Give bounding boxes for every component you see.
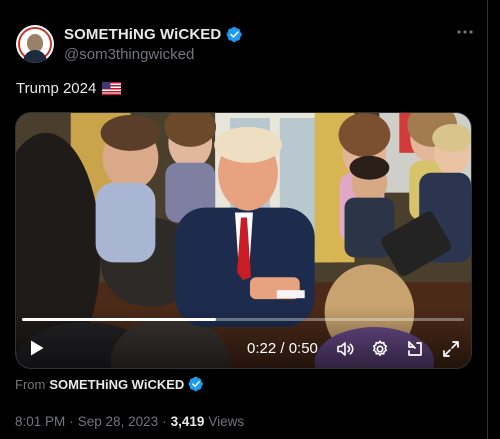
source-prefix: From [15, 376, 46, 392]
video-player[interactable] [15, 112, 472, 369]
tweet-time[interactable]: 8:01 PM [15, 414, 65, 429]
us-flag-icon [102, 82, 122, 95]
settings-gear-icon[interactable] [370, 339, 390, 359]
meta-separator: · [69, 414, 74, 429]
volume-icon[interactable] [335, 339, 355, 359]
tweet-text-content: Trump 2024 [16, 80, 97, 97]
avatar[interactable] [16, 25, 54, 63]
video-time: 0:22 / 0:50 [247, 340, 318, 357]
play-icon[interactable] [29, 339, 45, 357]
more-dots-icon [457, 30, 473, 34]
tweet-text: Trump 2024 [16, 80, 122, 97]
tweet-meta: 8:01 PM · Sep 28, 2023 · 3,419 Views [15, 414, 244, 429]
fullscreen-icon[interactable] [441, 339, 461, 359]
column-border [487, 0, 488, 439]
video-progress-track[interactable] [22, 318, 464, 321]
source-attribution: From SOMETHiNG WiCKED [15, 376, 204, 392]
video-progress-fill [22, 318, 217, 321]
verified-badge-icon [226, 26, 243, 43]
author-handle[interactable]: @som3thingwicked [64, 46, 194, 63]
author-name-row[interactable]: SOMETHiNG WiCKED [64, 26, 243, 43]
meta-separator: · [162, 414, 167, 429]
views-count: 3,419 [170, 414, 205, 429]
source-verified-badge-icon [188, 376, 204, 392]
source-name[interactable]: SOMETHiNG WiCKED [49, 377, 184, 392]
video-frame [16, 113, 471, 368]
more-options-icon[interactable] [455, 24, 475, 40]
pop-out-icon[interactable] [405, 339, 425, 359]
author-display-name[interactable]: SOMETHiNG WiCKED [64, 26, 221, 43]
views-label: Views [208, 414, 245, 429]
tweet-date[interactable]: Sep 28, 2023 [78, 414, 158, 429]
